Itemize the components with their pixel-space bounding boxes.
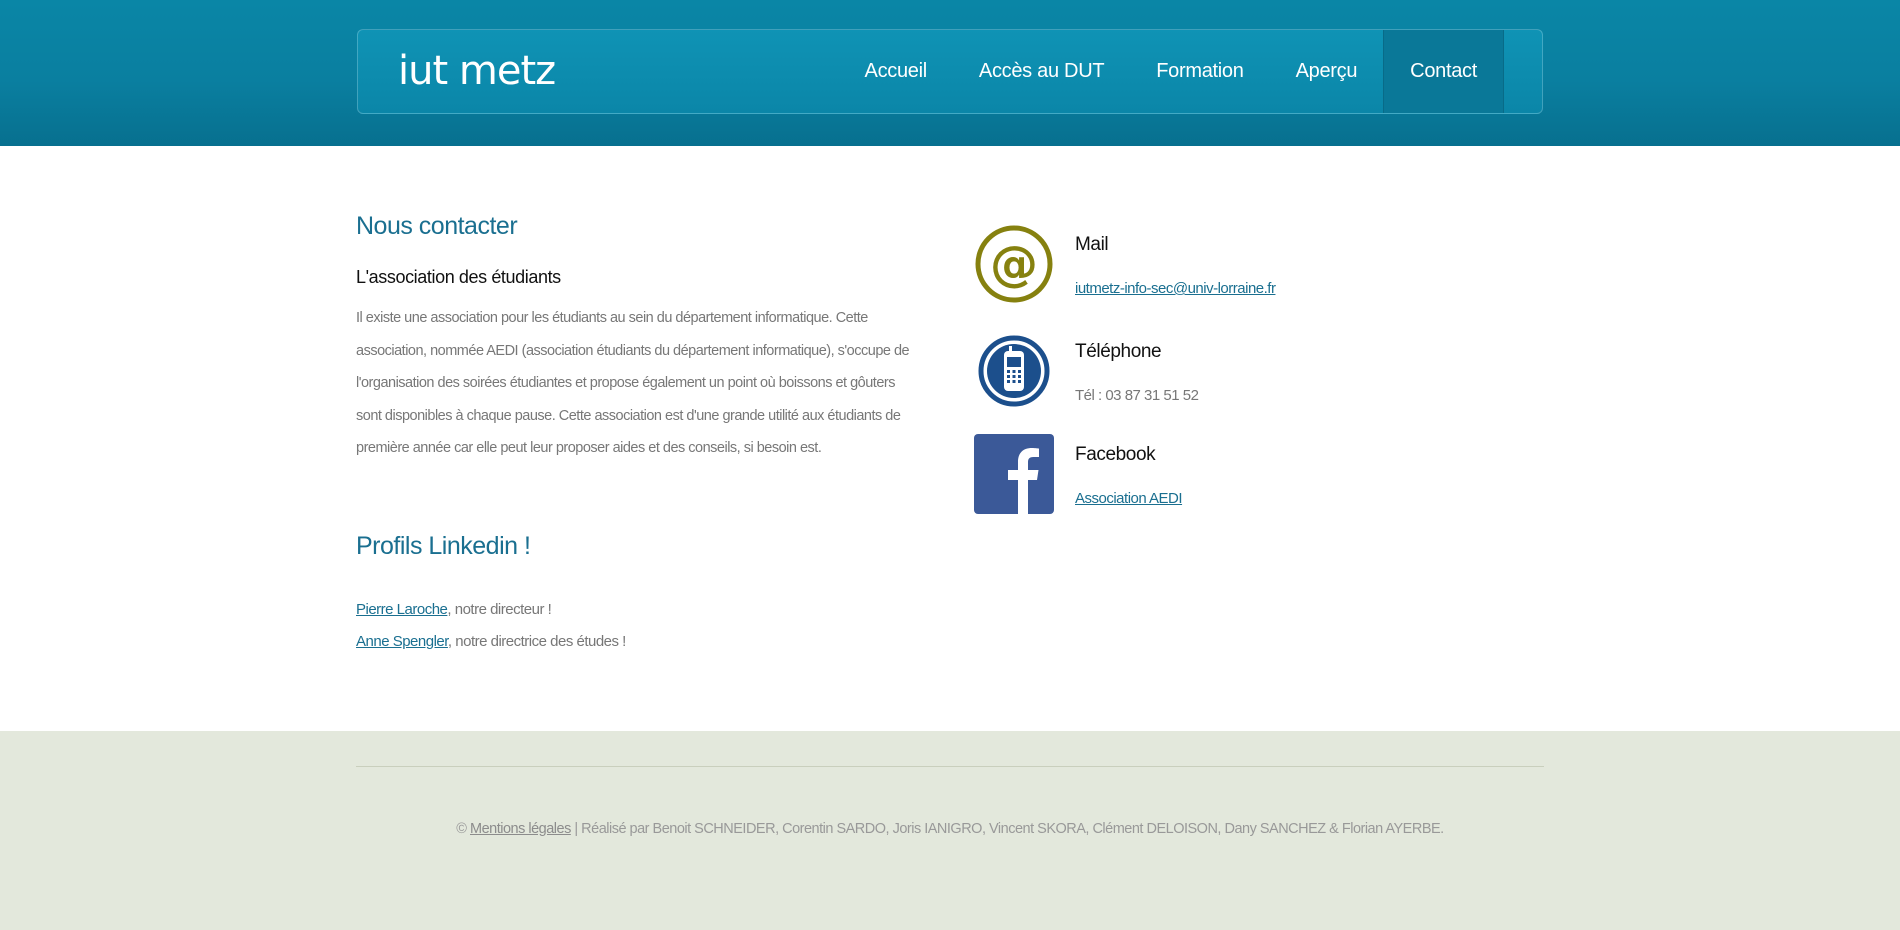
at-icon: @ <box>975 225 1053 303</box>
profile-role: , notre directrice des études ! <box>447 633 626 650</box>
mobile-phone-icon <box>978 335 1050 407</box>
copyright-symbol: © <box>456 821 467 837</box>
nav-formation[interactable]: Formation <box>1130 30 1269 113</box>
linkedin-profile-row: Pierre Laroche, notre directeur ! <box>356 601 552 618</box>
nav-contact[interactable]: Contact <box>1383 30 1504 113</box>
profile-role: , notre directeur ! <box>447 601 552 618</box>
nav-accueil[interactable]: Accueil <box>839 30 953 113</box>
svg-text:@: @ <box>990 236 1038 292</box>
profile-link-pierre-laroche[interactable]: Pierre Laroche <box>356 601 448 618</box>
footer-credits-text: | Réalisé par Benoit SCHNEIDER, Corentin… <box>574 821 1444 837</box>
mail-link[interactable]: iutmetz-info-sec@univ-lorraine.fr <box>1075 280 1276 297</box>
footer-divider <box>356 766 1544 767</box>
site-header: iut metz Accueil Accès au DUT Formation … <box>0 0 1900 146</box>
site-logo[interactable]: iut metz <box>398 48 556 94</box>
header-bar: iut metz Accueil Accès au DUT Formation … <box>357 29 1543 114</box>
legal-notice-link[interactable]: Mentions légales <box>470 821 571 837</box>
facebook-link[interactable]: Association AEDI <box>1075 490 1183 507</box>
main-nav: Accueil Accès au DUT Formation Aperçu Co… <box>839 30 1504 113</box>
facebook-label: Facebook <box>1075 444 1156 465</box>
nav-apercu[interactable]: Aperçu <box>1270 30 1384 113</box>
nav-acces-dut[interactable]: Accès au DUT <box>953 30 1130 113</box>
contact-section: Nous contacter L'association des étudian… <box>356 212 916 465</box>
linkedin-title: Profils Linkedin ! <box>356 532 531 560</box>
footer-credits: © Mentions légales | Réalisé par Benoit … <box>0 821 1900 837</box>
association-subtitle: L'association des étudiants <box>356 267 561 287</box>
profile-link-anne-spengler[interactable]: Anne Spengler <box>356 633 448 650</box>
phone-number: Tél : 03 87 31 51 52 <box>1075 387 1199 404</box>
site-footer: © Mentions légales | Réalisé par Benoit … <box>0 731 1900 930</box>
phone-label: Téléphone <box>1075 341 1162 362</box>
association-description: Il existe une association pour les étudi… <box>356 310 910 456</box>
facebook-icon[interactable] <box>974 434 1054 514</box>
contact-title: Nous contacter <box>356 212 518 240</box>
mail-label: Mail <box>1075 234 1109 255</box>
linkedin-profile-row: Anne Spengler, notre directrice des étud… <box>356 633 626 650</box>
